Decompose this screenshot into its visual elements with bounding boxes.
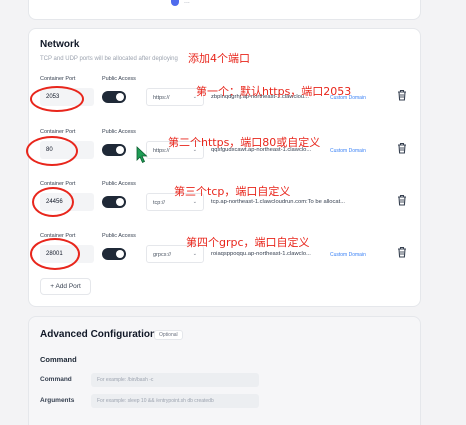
trash-icon[interactable] (397, 246, 407, 258)
previous-section-card: ... (28, 0, 421, 20)
chevron-down-icon: ⌄ (192, 199, 197, 205)
annotation-circle-port-2 (26, 136, 78, 166)
public-access-toggle[interactable] (102, 91, 126, 103)
domain-text: tcp.ap-northeast-1.clawcloudrun.com:To b… (211, 199, 346, 205)
protocol-value: tcp:// (153, 200, 165, 206)
annotation-row-1: 第一个：默认https，端口2053 (196, 85, 352, 98)
toggle-knob (116, 198, 124, 206)
annotation-row-4: 第四个grpc，端口自定义 (186, 236, 310, 249)
annotation-circle-port-3 (32, 187, 74, 217)
trash-icon[interactable] (397, 142, 407, 154)
command-section-title: Command (40, 355, 77, 364)
public-access-toggle[interactable] (102, 144, 126, 156)
public-access-label: Public Access (102, 129, 136, 135)
arguments-placeholder: For example: sleep 10 && /entrypoint.sh … (97, 398, 214, 404)
container-port-label: Container Port (40, 181, 76, 187)
public-access-label: Public Access (102, 233, 136, 239)
public-access-label: Public Access (102, 181, 136, 187)
command-label: Command (40, 376, 72, 383)
protocol-value: grpcs:// (153, 252, 172, 258)
custom-domain-link[interactable]: Custom Domain (330, 252, 366, 258)
trash-icon[interactable] (397, 89, 407, 101)
toggle-knob (116, 93, 124, 101)
annotation-row-3: 第三个tcp，端口自定义 (174, 185, 291, 198)
toggle-knob (116, 250, 124, 258)
network-section: Network TCP and UDP ports will be alloca… (28, 28, 421, 307)
container-port-label: Container Port (40, 129, 76, 135)
public-access-toggle[interactable] (102, 196, 126, 208)
command-input[interactable]: For example: /bin/bash -c (91, 373, 259, 387)
advanced-config-section: Advanced Configuration Optional Command … (28, 316, 421, 425)
network-subtitle: TCP and UDP ports will be allocated afte… (40, 56, 178, 62)
network-title: Network (40, 39, 80, 50)
mouse-cursor-icon (136, 146, 148, 164)
annotation-circle-port-4 (30, 238, 80, 270)
annotation-circle-port-1 (30, 86, 84, 112)
radio-selected-icon[interactable] (171, 0, 179, 6)
arguments-input[interactable]: For example: sleep 10 && /entrypoint.sh … (91, 394, 259, 408)
chevron-down-icon: ⌄ (192, 251, 197, 257)
container-port-label: Container Port (40, 76, 76, 82)
domain-text: roiaqsppoqqu.ap-northeast-1.clawclo... (211, 251, 311, 257)
annotation-row-2: 第二个https，端口80或自定义 (168, 136, 321, 149)
previous-section-text: ... (184, 0, 190, 5)
annotation-add-ports: 添加4个端口 (188, 52, 250, 65)
command-placeholder: For example: /bin/bash -c (97, 377, 154, 383)
add-port-button[interactable]: + Add Port (40, 278, 91, 295)
trash-icon[interactable] (397, 194, 407, 206)
advanced-config-title: Advanced Configuration (40, 329, 157, 340)
public-access-toggle[interactable] (102, 248, 126, 260)
optional-badge: Optional (154, 330, 183, 340)
toggle-knob (116, 146, 124, 154)
arguments-label: Arguments (40, 397, 75, 404)
custom-domain-link[interactable]: Custom Domain (330, 148, 366, 154)
public-access-label: Public Access (102, 76, 136, 82)
protocol-value: https:// (153, 95, 170, 101)
